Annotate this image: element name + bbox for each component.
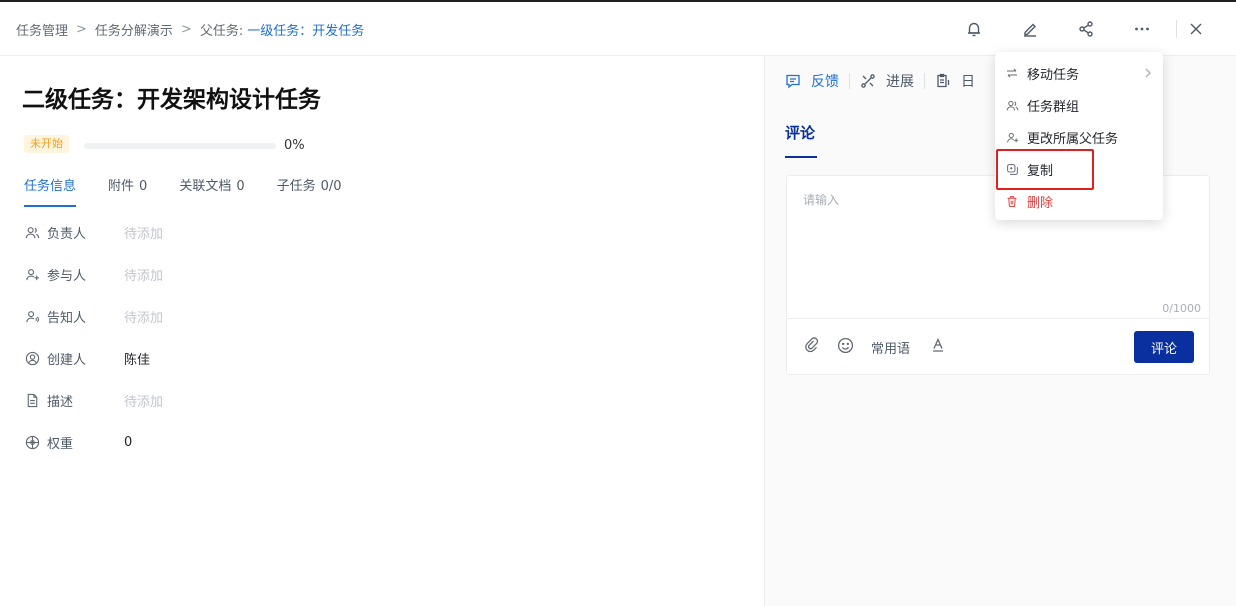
feedback-icon: [785, 73, 801, 89]
tab-subtasks[interactable]: 子任务 0/0: [277, 175, 342, 207]
change-parent-icon: [1005, 131, 1019, 144]
field-creator[interactable]: 创建人 陈佳: [24, 348, 524, 368]
delete-icon: [1005, 195, 1019, 208]
tab-count: 0: [139, 179, 148, 194]
more-actions-menu: 移动任务 任务群组 更改所属父任务 复制 删除: [995, 52, 1163, 220]
status-badge[interactable]: 未开始: [24, 135, 69, 153]
tab-attachments[interactable]: 附件 0: [108, 175, 147, 207]
field-value[interactable]: 待添加: [124, 223, 163, 242]
close-icon[interactable]: [1186, 19, 1206, 39]
field-value[interactable]: 0: [124, 435, 132, 450]
field-label: 描述: [47, 394, 74, 410]
tab-label: 子任务: [276, 179, 316, 194]
menu-item-label: 复制: [1027, 163, 1054, 179]
activity-tabs: 反馈 进展 日: [785, 70, 985, 92]
tab-label: 附件: [108, 179, 135, 194]
tab-label: 日: [961, 74, 975, 90]
progress-bar: [84, 143, 276, 149]
tab-count: 0/0: [320, 179, 342, 194]
chevron-right-icon: [1143, 66, 1153, 84]
comment-tab-underline: [785, 156, 817, 158]
task-tabs: 任务信息 附件 0 关联文档 0 子任务 0/0: [24, 175, 374, 207]
field-label: 权重: [47, 436, 74, 452]
field-label: 创建人: [47, 352, 87, 368]
menu-item-label: 删除: [1027, 195, 1054, 211]
more-icon[interactable]: [1132, 19, 1152, 39]
weight-icon: [24, 434, 40, 450]
participant-icon: [24, 266, 40, 282]
log-icon: [935, 73, 951, 89]
tab-progress[interactable]: 进展: [860, 71, 914, 91]
breadcrumb: 任务管理 > 任务分解演示 > 父任务: 一级任务：开发任务: [16, 2, 364, 56]
field-participants[interactable]: 参与人 待添加: [24, 264, 524, 284]
text-format-icon[interactable]: [930, 337, 946, 353]
menu-item-label: 任务群组: [1027, 99, 1080, 115]
field-notify[interactable]: 告知人 待添加: [24, 306, 524, 326]
notify-icon: [24, 308, 40, 324]
field-value[interactable]: 陈佳: [124, 349, 150, 368]
menu-item-task-group[interactable]: 任务群组: [995, 91, 1163, 119]
progress-icon: [860, 73, 876, 89]
task-title[interactable]: 二级任务：开发架构设计任务: [22, 80, 321, 114]
character-counter: 0/1000: [1162, 302, 1201, 315]
edit-icon[interactable]: [1020, 19, 1040, 39]
share-icon[interactable]: [1076, 19, 1096, 39]
breadcrumb-separator: >: [76, 21, 87, 37]
field-value[interactable]: 待添加: [124, 265, 163, 284]
emoji-icon[interactable]: [837, 337, 854, 354]
tab-related-docs[interactable]: 关联文档 0: [179, 175, 244, 207]
tab-count: 0: [236, 179, 245, 194]
field-label: 告知人: [47, 310, 87, 326]
header: 任务管理 > 任务分解演示 > 父任务: 一级任务：开发任务: [0, 2, 1236, 56]
comment-toolbar: 常用语 评论: [787, 318, 1209, 374]
group-icon: [1005, 99, 1019, 112]
field-label: 参与人: [47, 268, 87, 284]
field-owner[interactable]: 负责人 待添加: [24, 222, 524, 242]
menu-item-change-parent[interactable]: 更改所属父任务: [995, 123, 1163, 151]
menu-item-label: 移动任务: [1027, 67, 1080, 83]
creator-icon: [24, 350, 40, 366]
breadcrumb-parent-label: 父任务:: [199, 23, 244, 39]
tab-label: 关联文档: [179, 179, 232, 194]
tab-feedback[interactable]: 反馈: [785, 71, 839, 91]
progress-percent: 0%: [284, 138, 305, 153]
tab-task-info[interactable]: 任务信息: [24, 175, 77, 207]
menu-item-move-task[interactable]: 移动任务: [995, 59, 1163, 87]
tab-label: 进展: [886, 74, 914, 90]
breadcrumb-item[interactable]: 任务分解演示: [95, 20, 173, 39]
tab-log[interactable]: 日: [935, 71, 975, 91]
menu-item-delete[interactable]: 删除: [995, 187, 1163, 215]
tab-label: 反馈: [811, 74, 839, 90]
header-divider: [1176, 20, 1177, 38]
submit-comment-button[interactable]: 评论: [1134, 331, 1194, 363]
quick-phrases-button[interactable]: 常用语: [871, 338, 910, 357]
field-value[interactable]: 待添加: [124, 391, 163, 410]
tab-divider: [849, 73, 850, 89]
bell-icon[interactable]: [964, 19, 984, 39]
field-weight[interactable]: 权重 0: [24, 432, 524, 452]
menu-item-label: 更改所属父任务: [1027, 131, 1119, 147]
breadcrumb-separator: >: [180, 21, 192, 37]
breadcrumb-parent-task[interactable]: 一级任务：开发任务: [247, 20, 364, 39]
field-label: 负责人: [47, 226, 87, 242]
task-detail-panel: 二级任务：开发架构设计任务 未开始 0% 任务信息 附件 0 关联文档 0 子任务 0…: [0, 56, 764, 606]
attach-icon[interactable]: [804, 337, 820, 353]
document-icon: [24, 392, 40, 408]
tab-divider: [924, 73, 925, 89]
copy-icon: [1005, 163, 1019, 176]
move-icon: [1005, 67, 1019, 79]
owner-icon: [24, 224, 40, 240]
comment-input[interactable]: 请输入: [803, 191, 839, 208]
field-value[interactable]: 待添加: [124, 307, 163, 326]
comment-tab[interactable]: 评论: [785, 122, 815, 143]
tab-label: 任务信息: [24, 179, 77, 194]
field-description[interactable]: 描述 待添加: [24, 390, 524, 410]
breadcrumb-item[interactable]: 任务管理: [16, 20, 68, 39]
menu-item-copy[interactable]: 复制: [995, 155, 1163, 183]
